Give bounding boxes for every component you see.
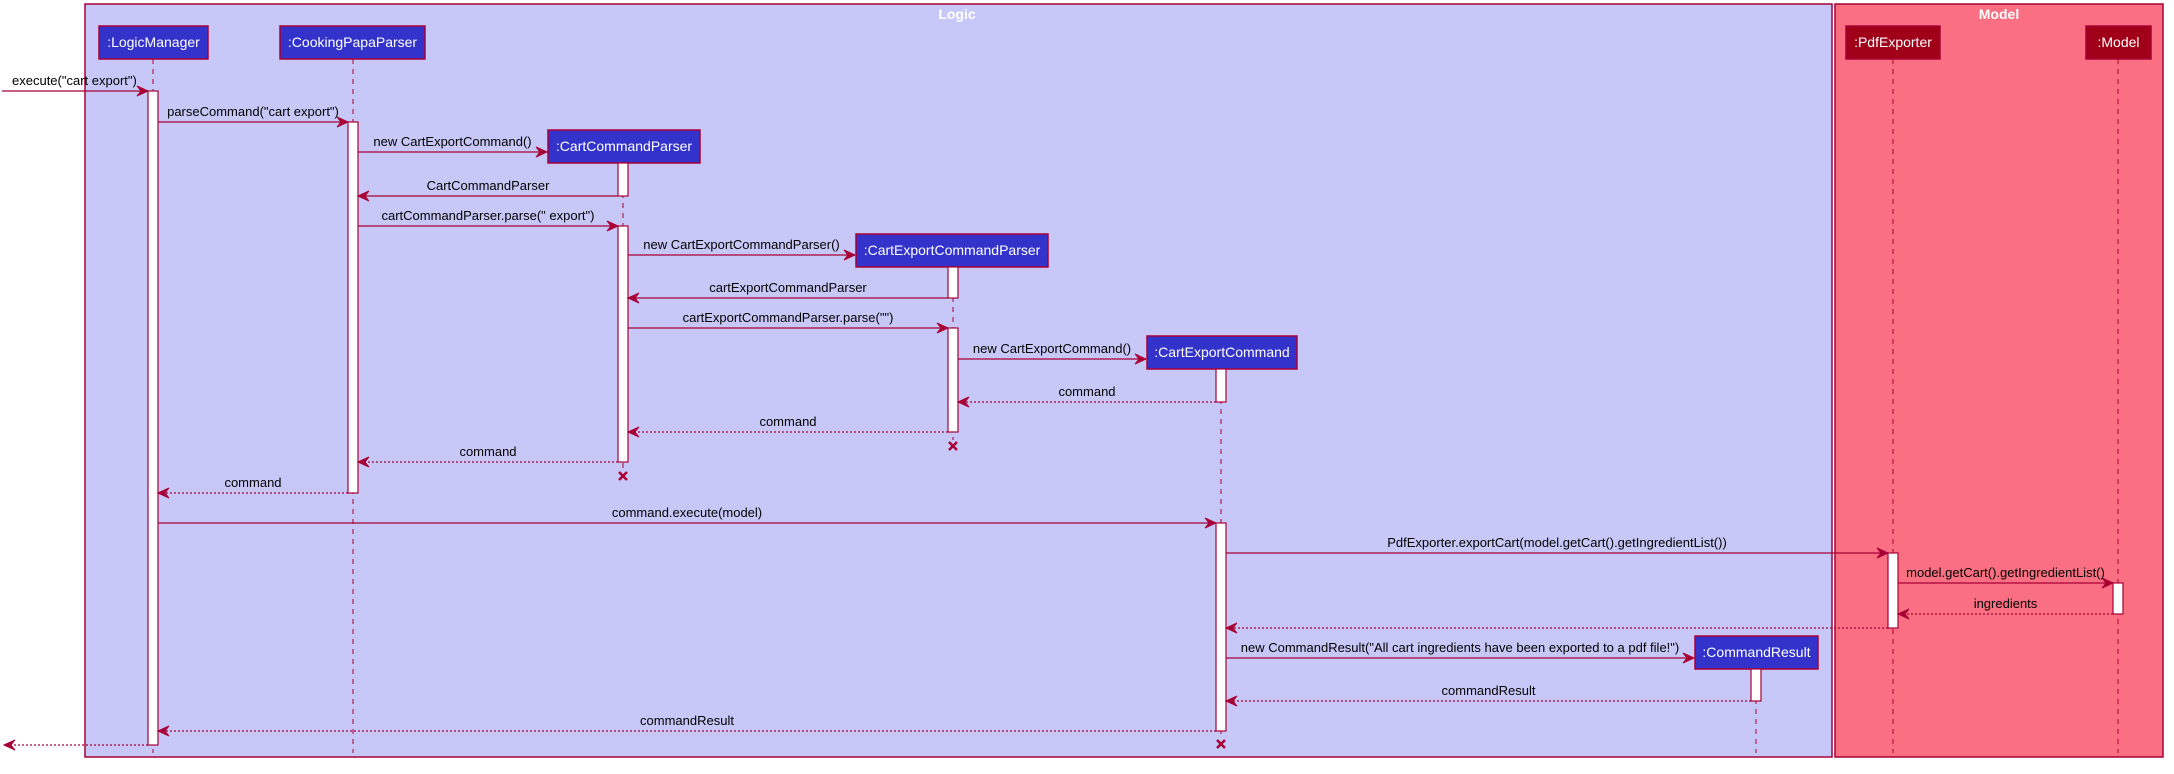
message-label: command	[1058, 384, 1115, 399]
message-label: execute("cart export")	[12, 73, 137, 88]
message-label: model.getCart().getIngredientList()	[1906, 565, 2105, 580]
activation-bar	[1215, 522, 1227, 732]
activation-bar	[947, 266, 959, 299]
message-label: command.execute(model)	[612, 505, 762, 520]
activation-bar	[147, 90, 159, 746]
frame-title: Logic	[938, 6, 976, 22]
participant-label: :Model	[2097, 34, 2139, 50]
message-label: cartExportCommandParser.parse("")	[683, 310, 894, 325]
activation-bar	[1215, 368, 1227, 403]
message-label: PdfExporter.exportCart(model.getCart().g…	[1387, 535, 1727, 550]
message-label: cartExportCommandParser	[709, 280, 867, 295]
frame-box	[1834, 3, 2164, 758]
message-label: new CartExportCommandParser()	[643, 237, 840, 252]
message-label: new CartExportCommand()	[373, 134, 531, 149]
sequence-diagram: Logic Model :LogicManager :CookingPapaParse…	[2, 3, 2164, 758]
participant-label: :CartExportCommandParser	[864, 242, 1041, 258]
participant-label: :CartCommandParser	[556, 138, 692, 154]
message-label: new CartExportCommand()	[973, 341, 1131, 356]
message-label: commandResult	[640, 713, 734, 728]
message-label: commandResult	[1442, 683, 1536, 698]
message-label: parseCommand("cart export")	[167, 104, 339, 119]
message-label: command	[224, 475, 281, 490]
frame-model: Model	[1834, 3, 2164, 758]
activation-bar	[2112, 582, 2124, 615]
activation-bar	[1750, 668, 1762, 702]
message-label: command	[759, 414, 816, 429]
message-label: cartCommandParser.parse(" export")	[382, 208, 595, 223]
activation-bar	[617, 162, 629, 197]
frame-title: Model	[1979, 6, 2019, 22]
arrowhead-icon	[2, 739, 16, 751]
activation-bar	[617, 225, 629, 463]
participant-label: :CommandResult	[1702, 644, 1810, 660]
activation-bar	[1887, 552, 1899, 629]
message-label: CartCommandParser	[427, 178, 550, 193]
activation-bar	[347, 121, 359, 494]
participant-label: :PdfExporter	[1854, 34, 1932, 50]
participant-label: :CookingPapaParser	[288, 34, 418, 50]
message-label: command	[459, 444, 516, 459]
message-label: new CommandResult("All cart ingredients …	[1241, 640, 1679, 655]
message-label: ingredients	[1974, 596, 2038, 611]
activation-bar	[947, 327, 959, 433]
participant-label: :LogicManager	[107, 34, 200, 50]
participant-label: :CartExportCommand	[1154, 344, 1289, 360]
